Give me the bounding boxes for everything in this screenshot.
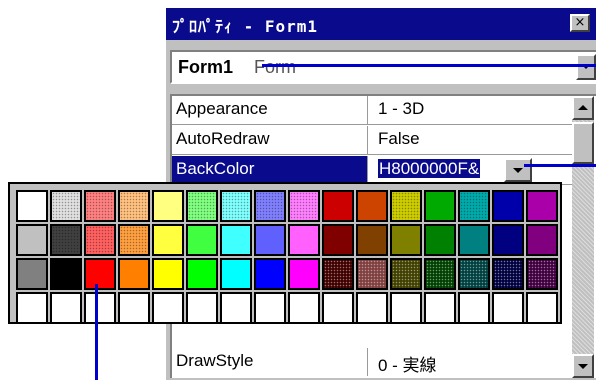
color-swatch[interactable]	[84, 292, 116, 324]
color-swatch[interactable]	[118, 224, 150, 256]
color-swatch[interactable]	[186, 190, 218, 222]
color-swatch[interactable]	[526, 224, 558, 256]
property-row-drawstyle[interactable]: DrawStyle 0 - 実線	[172, 348, 572, 377]
color-swatch[interactable]	[424, 292, 456, 324]
color-swatch[interactable]	[254, 190, 286, 222]
color-swatch[interactable]	[390, 190, 422, 222]
color-swatch[interactable]	[152, 292, 184, 324]
color-swatch[interactable]	[16, 224, 48, 256]
color-swatch[interactable]	[220, 292, 252, 324]
close-button[interactable]: ×	[570, 14, 590, 32]
color-swatch[interactable]	[458, 190, 490, 222]
color-swatch[interactable]	[458, 258, 490, 290]
color-swatch[interactable]	[288, 224, 320, 256]
color-swatch[interactable]	[492, 258, 524, 290]
color-swatch[interactable]	[424, 224, 456, 256]
color-swatch[interactable]	[526, 190, 558, 222]
color-swatch[interactable]	[390, 258, 422, 290]
color-swatch[interactable]	[356, 292, 388, 324]
color-swatch[interactable]	[322, 258, 354, 290]
color-swatch[interactable]	[118, 258, 150, 290]
color-swatch[interactable]	[492, 224, 524, 256]
color-swatch[interactable]	[152, 190, 184, 222]
property-name: BackColor	[172, 156, 368, 184]
property-row-appearance[interactable]: Appearance 1 - 3D	[172, 96, 572, 125]
color-swatch[interactable]	[390, 292, 422, 324]
color-swatch[interactable]	[492, 190, 524, 222]
color-swatch[interactable]	[254, 292, 286, 324]
color-swatch[interactable]	[16, 292, 48, 324]
color-swatch[interactable]	[390, 224, 422, 256]
color-swatch[interactable]	[84, 190, 116, 222]
callout-line-value	[524, 164, 596, 167]
property-value-field[interactable]: H8000000F&	[372, 156, 570, 184]
color-swatch[interactable]	[356, 190, 388, 222]
arrow-down-icon	[578, 364, 588, 369]
color-swatch[interactable]	[118, 292, 150, 324]
color-swatch[interactable]	[50, 292, 82, 324]
object-dropdown-button[interactable]	[576, 54, 596, 80]
title-bar[interactable]: ﾌﾟﾛﾊﾟﾃｨ - Form1 ×	[166, 8, 596, 40]
color-swatch[interactable]	[220, 224, 252, 256]
property-row-autoredraw[interactable]: AutoRedraw False	[172, 126, 572, 155]
scroll-up-button[interactable]	[572, 96, 594, 120]
color-swatch[interactable]	[186, 292, 218, 324]
color-swatch[interactable]	[84, 224, 116, 256]
scroll-down-button[interactable]	[572, 354, 594, 378]
color-swatch[interactable]	[220, 190, 252, 222]
color-swatch[interactable]	[254, 224, 286, 256]
property-name: Appearance	[172, 96, 368, 124]
chevron-down-icon	[513, 168, 523, 173]
color-swatch[interactable]	[322, 224, 354, 256]
arrow-up-icon	[578, 105, 588, 110]
color-swatch[interactable]	[322, 292, 354, 324]
property-name: AutoRedraw	[172, 126, 368, 154]
object-type: Form	[254, 57, 296, 77]
property-value[interactable]: H8000000F&	[378, 159, 481, 178]
color-swatch[interactable]	[118, 190, 150, 222]
window-title: ﾌﾟﾛﾊﾟﾃｨ - Form1	[172, 17, 319, 36]
color-swatch[interactable]	[458, 224, 490, 256]
color-swatch[interactable]	[458, 292, 490, 324]
property-name: DrawStyle	[172, 348, 368, 376]
color-swatch[interactable]	[220, 258, 252, 290]
color-swatch[interactable]	[16, 190, 48, 222]
color-swatch[interactable]	[152, 258, 184, 290]
color-swatch[interactable]	[288, 292, 320, 324]
color-swatch[interactable]	[526, 258, 558, 290]
color-swatch[interactable]	[50, 190, 82, 222]
color-swatch[interactable]	[186, 258, 218, 290]
color-swatch[interactable]	[424, 190, 456, 222]
color-dropdown-button[interactable]	[504, 158, 532, 182]
color-swatch[interactable]	[16, 258, 48, 290]
color-swatch[interactable]	[288, 258, 320, 290]
color-swatch[interactable]	[492, 292, 524, 324]
color-swatch[interactable]	[50, 258, 82, 290]
property-row-backcolor[interactable]: BackColor H8000000F&	[172, 156, 572, 185]
color-swatch[interactable]	[356, 224, 388, 256]
property-value[interactable]: False	[372, 126, 570, 154]
color-swatch[interactable]	[424, 258, 456, 290]
color-swatch[interactable]	[186, 224, 218, 256]
vertical-scrollbar[interactable]	[572, 96, 594, 378]
color-swatch[interactable]	[254, 258, 286, 290]
property-value[interactable]: 0 - 実線	[372, 348, 570, 376]
color-swatch[interactable]	[322, 190, 354, 222]
color-swatch[interactable]	[526, 292, 558, 324]
property-value[interactable]: 1 - 3D	[372, 96, 570, 124]
object-selector-combo[interactable]: Form1 Form	[170, 50, 596, 84]
color-palette-popup	[8, 182, 562, 324]
color-swatch[interactable]	[356, 258, 388, 290]
scroll-thumb[interactable]	[572, 122, 594, 164]
color-swatch[interactable]	[50, 224, 82, 256]
color-swatch[interactable]	[288, 190, 320, 222]
color-swatch[interactable]	[84, 258, 116, 290]
color-swatch[interactable]	[152, 224, 184, 256]
object-name: Form1	[178, 57, 234, 77]
callout-line-object	[262, 64, 596, 67]
callout-line-palette	[95, 284, 98, 380]
